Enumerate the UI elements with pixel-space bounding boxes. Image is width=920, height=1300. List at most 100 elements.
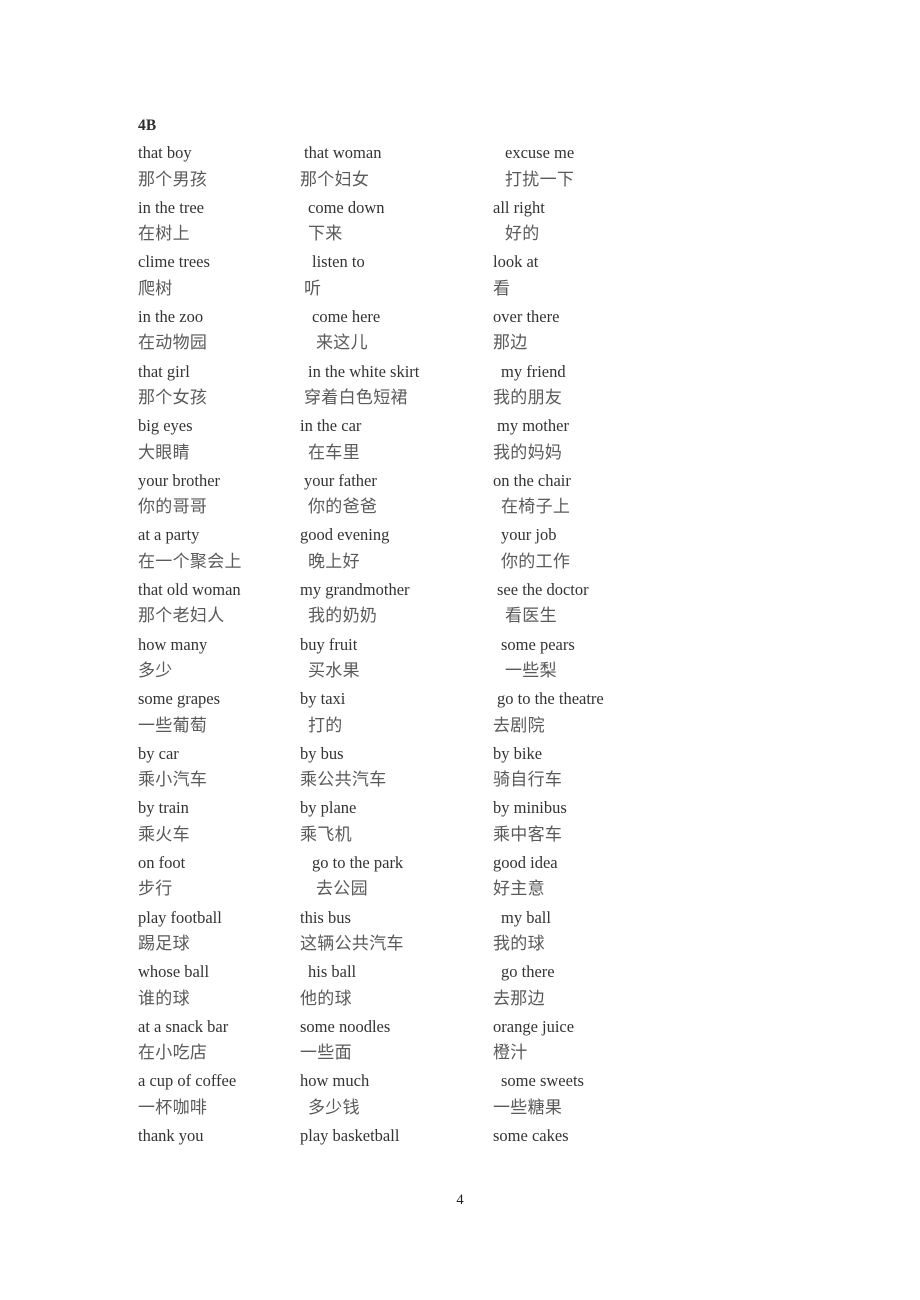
- vocabulary-entry: your father 你的爸爸: [300, 467, 495, 522]
- vocabulary-term-english: in the zoo: [138, 307, 204, 327]
- vocabulary-term-chinese: 多少: [138, 660, 173, 681]
- vocabulary-term-chinese: 一些梨: [505, 660, 557, 681]
- vocabulary-entry: your brother 你的哥哥: [138, 467, 298, 522]
- vocabulary-entry: see the doctor 看医生: [493, 576, 743, 631]
- vocabulary-term-english: good idea: [493, 853, 558, 873]
- vocabulary-entry: in the white skirt 穿着白色短裙: [300, 358, 495, 413]
- vocabulary-term-english: my ball: [501, 907, 551, 927]
- vocabulary-term-english: thank you: [138, 1125, 204, 1145]
- vocabulary-entry: some cakes: [493, 1122, 743, 1149]
- vocabulary-entry: come here 来这儿: [300, 303, 495, 358]
- vocabulary-term-chinese: 一杯咖啡: [138, 1097, 208, 1118]
- vocabulary-column-1: that boy 那个男孩 in the tree 在树上 clime trees 爬树 i…: [138, 139, 298, 1149]
- vocabulary-term-english: on foot: [138, 853, 186, 873]
- vocabulary-term-chinese: 那个女孩: [138, 387, 208, 408]
- vocabulary-entry: orange juice 橙汁: [493, 1013, 743, 1068]
- vocabulary-term-chinese: 下来: [308, 224, 343, 245]
- vocabulary-term-chinese: 好主意: [493, 879, 545, 900]
- vocabulary-entry: by car 乘小汽车: [138, 740, 298, 795]
- vocabulary-entry: by minibus 乘中客车: [493, 794, 743, 849]
- vocabulary-term-chinese: 骑自行车: [493, 770, 563, 791]
- vocabulary-term-chinese: 在树上: [138, 224, 190, 245]
- vocabulary-entry: go to the theatre 去剧院: [493, 685, 743, 740]
- vocabulary-entry: that old woman 那个老妇人: [138, 576, 298, 631]
- vocabulary-term-english: excuse me: [505, 143, 575, 163]
- vocabulary-entry: my grandmother 我的奶奶: [300, 576, 495, 631]
- vocabulary-term-english: my grandmother: [300, 580, 410, 600]
- vocabulary-entry: some sweets 一些糖果: [493, 1067, 743, 1122]
- page-number: 4: [456, 1192, 464, 1208]
- vocabulary-term-chinese: 我的球: [493, 933, 545, 954]
- vocabulary-entry: big eyes 大眼睛: [138, 412, 298, 467]
- vocabulary-term-chinese: 去剧院: [493, 715, 545, 736]
- vocabulary-entry: that woman 那个妇女: [300, 139, 495, 194]
- vocabulary-entry: in the tree 在树上: [138, 194, 298, 249]
- vocabulary-entry: his ball 他的球: [300, 958, 495, 1013]
- vocabulary-term-english: go there: [501, 962, 555, 982]
- vocabulary-term-english: at a snack bar: [138, 1016, 229, 1036]
- vocabulary-term-chinese: 那边: [493, 333, 528, 354]
- vocabulary-term-english: see the doctor: [497, 580, 589, 600]
- vocabulary-term-chinese: 一些糖果: [493, 1097, 563, 1118]
- vocabulary-entry: look at 看: [493, 248, 743, 303]
- vocabulary-entry: go there 去那边: [493, 958, 743, 1013]
- vocabulary-term-chinese: 穿着白色短裙: [304, 387, 408, 408]
- vocabulary-term-chinese: 踢足球: [138, 933, 190, 954]
- vocabulary-term-chinese: 听: [304, 278, 322, 299]
- vocabulary-term-chinese: 乘火车: [138, 824, 190, 845]
- vocabulary-term-chinese: 好的: [505, 224, 540, 245]
- vocabulary-entry: all right 好的: [493, 194, 743, 249]
- vocabulary-term-english: over there: [493, 307, 560, 327]
- vocabulary-entry: some pears 一些梨: [493, 631, 743, 686]
- vocabulary-term-english: by bus: [300, 743, 344, 763]
- vocabulary-entry: your job 你的工作: [493, 521, 743, 576]
- vocabulary-term-english: your father: [304, 470, 377, 490]
- vocabulary-term-chinese: 来这儿: [316, 333, 368, 354]
- vocabulary-entry: that boy 那个男孩: [138, 139, 298, 194]
- vocabulary-term-chinese: 大眼睛: [138, 442, 190, 463]
- vocabulary-term-chinese: 我的奶奶: [308, 606, 378, 627]
- vocabulary-term-english: by bike: [493, 743, 543, 763]
- vocabulary-term-chinese: 一些葡萄: [138, 715, 208, 736]
- vocabulary-term-english: some pears: [501, 634, 575, 654]
- vocabulary-term-english: big eyes: [138, 416, 193, 436]
- vocabulary-term-english: all right: [493, 197, 545, 217]
- vocabulary-term-english: by train: [138, 798, 189, 818]
- vocabulary-term-english: your brother: [138, 470, 221, 490]
- vocabulary-entry: by train 乘火车: [138, 794, 298, 849]
- vocabulary-term-chinese: 去那边: [493, 988, 545, 1009]
- vocabulary-term-chinese: 橙汁: [493, 1043, 528, 1064]
- vocabulary-term-chinese: 乘公共汽车: [300, 770, 387, 791]
- vocabulary-term-english: how much: [300, 1071, 370, 1091]
- vocabulary-term-english: in the white skirt: [308, 361, 420, 381]
- vocabulary-term-english: at a party: [138, 525, 200, 545]
- vocabulary-term-chinese: 我的朋友: [493, 387, 563, 408]
- vocabulary-entry: a cup of coffee 一杯咖啡: [138, 1067, 298, 1122]
- vocabulary-term-english: your job: [501, 525, 557, 545]
- vocabulary-entry: over there 那边: [493, 303, 743, 358]
- vocabulary-term-chinese: 谁的球: [138, 988, 190, 1009]
- vocabulary-entry: good evening 晚上好: [300, 521, 495, 576]
- vocabulary-term-english: clime trees: [138, 252, 210, 272]
- vocabulary-term-english: by taxi: [300, 689, 346, 709]
- vocabulary-term-chinese: 你的工作: [501, 551, 571, 572]
- vocabulary-entry: thank you: [138, 1122, 298, 1149]
- vocabulary-term-english: how many: [138, 634, 208, 654]
- vocabulary-entry: by taxi 打的: [300, 685, 495, 740]
- vocabulary-term-english: in the tree: [138, 197, 204, 217]
- vocabulary-term-chinese: 你的哥哥: [138, 497, 208, 518]
- vocabulary-entry: by bus 乘公共汽车: [300, 740, 495, 795]
- vocabulary-term-chinese: 乘中客车: [493, 824, 563, 845]
- document-page: 4B that boy 那个男孩 in the tree 在树上 clime trees…: [0, 0, 920, 1300]
- vocabulary-entry: that girl 那个女孩: [138, 358, 298, 413]
- vocabulary-term-chinese: 乘小汽车: [138, 770, 208, 791]
- vocabulary-entry: whose ball 谁的球: [138, 958, 298, 1013]
- vocabulary-term-english: my mother: [497, 416, 569, 436]
- vocabulary-entry: my ball 我的球: [493, 904, 743, 959]
- vocabulary-term-english: by car: [138, 743, 179, 763]
- vocabulary-term-english: go to the theatre: [497, 689, 604, 709]
- vocabulary-entry: in the zoo 在动物园: [138, 303, 298, 358]
- vocabulary-entry: good idea 好主意: [493, 849, 743, 904]
- vocabulary-entry: by bike 骑自行车: [493, 740, 743, 795]
- vocabulary-term-english: that old woman: [138, 580, 241, 600]
